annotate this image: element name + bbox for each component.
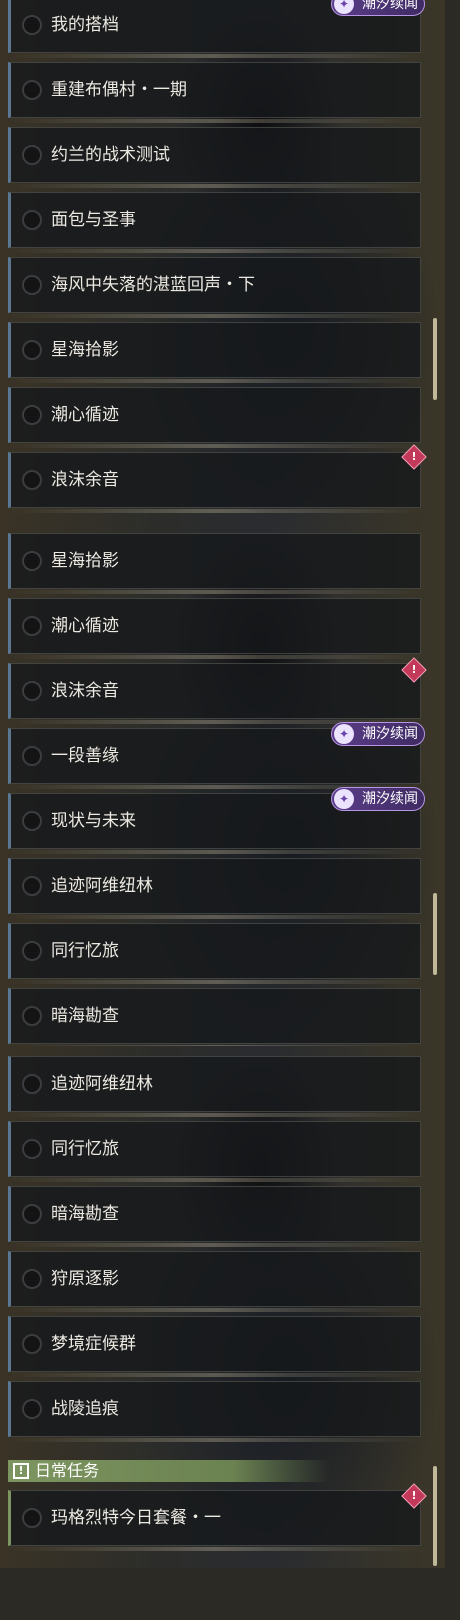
quest-row[interactable]: 浪沫余音 [8, 452, 421, 513]
quest-label: 战陵追痕 [51, 1399, 119, 1419]
tide-story-badge: ✦ 潮汐续闻 [331, 787, 425, 811]
quest-row[interactable]: 星海拾影 [8, 533, 421, 594]
status-circle-icon [22, 405, 42, 425]
quest-row[interactable]: 追迹阿维纽林 [8, 1056, 421, 1117]
exclamation-box-icon: ! [13, 1463, 29, 1479]
quest-list-panel-3: 追迹阿维纽林 同行忆旅 暗海勘查 狩原逐影 梦境症候群 战陵追痕 玛格烈特今日套… [0, 1046, 445, 1568]
swirl-emblem-icon: ✦ [334, 0, 354, 14]
quest-label: 潮心循迹 [51, 405, 119, 425]
quest-row[interactable]: 潮心循迹 [8, 387, 421, 448]
quest-label: 星海拾影 [51, 551, 119, 571]
quest-label: 现状与未来 [51, 811, 136, 831]
quest-row[interactable]: 潮心循迹 [8, 598, 421, 659]
quest-label: 面包与圣事 [51, 210, 136, 230]
scrollbar-thumb[interactable] [433, 318, 437, 400]
quest-row[interactable]: 追迹阿维纽林 [8, 858, 421, 919]
status-circle-icon [22, 941, 42, 961]
daily-quest-row[interactable]: 玛格烈特今日套餐・一 [8, 1490, 421, 1551]
quest-label: 海风中失落的湛蓝回声・下 [51, 275, 255, 295]
scrollbar-thumb[interactable] [433, 1466, 437, 1566]
quest-label: 我的搭档 [51, 15, 119, 35]
daily-tasks-section-header[interactable]: ! 日常任务 [8, 1460, 330, 1482]
quest-row[interactable]: 暗海勘查 [8, 988, 421, 1046]
swirl-emblem-icon: ✦ [334, 789, 354, 809]
quest-row[interactable]: 面包与圣事 [8, 192, 421, 253]
status-circle-icon [22, 340, 42, 360]
quest-list-panel-2: 星海拾影 潮心循迹 浪沫余音 ! 一段善缘 ✦ 潮汐续闻 现状与未来 ✦ 潮汐续… [0, 523, 445, 1046]
badge-label: 潮汐续闻 [362, 0, 418, 12]
status-circle-icon [22, 746, 42, 766]
swirl-emblem-icon: ✦ [334, 724, 354, 744]
quest-label: 追迹阿维纽林 [51, 876, 153, 896]
status-circle-icon [22, 80, 42, 100]
quest-label: 暗海勘查 [51, 1006, 119, 1026]
status-circle-icon [22, 681, 42, 701]
quest-label: 同行忆旅 [51, 941, 119, 961]
quest-row[interactable]: 同行忆旅 [8, 1121, 421, 1182]
status-circle-icon [22, 811, 42, 831]
quest-label: 一段善缘 [51, 746, 119, 766]
quest-label: 浪沫余音 [51, 681, 119, 701]
status-circle-icon [22, 876, 42, 896]
quest-label: 同行忆旅 [51, 1139, 119, 1159]
quest-row[interactable]: 梦境症候群 [8, 1316, 421, 1377]
quest-row[interactable]: 同行忆旅 [8, 923, 421, 984]
quest-row[interactable]: 暗海勘查 [8, 1186, 421, 1247]
status-circle-icon [22, 1269, 42, 1289]
status-circle-icon [22, 1139, 42, 1159]
quest-label: 玛格烈特今日套餐・一 [51, 1508, 221, 1528]
status-circle-icon [22, 15, 42, 35]
quest-row[interactable]: 约兰的战术测试 [8, 127, 421, 188]
status-circle-icon [22, 275, 42, 295]
quest-label: 重建布偶村・一期 [51, 80, 187, 100]
status-circle-icon [22, 210, 42, 230]
quest-label: 浪沫余音 [51, 470, 119, 490]
quest-row[interactable]: 星海拾影 [8, 322, 421, 383]
status-circle-icon [22, 1399, 42, 1419]
status-circle-icon [22, 1334, 42, 1354]
status-circle-icon [22, 470, 42, 490]
status-circle-icon [22, 145, 42, 165]
quest-label: 暗海勘查 [51, 1204, 119, 1224]
quest-label: 追迹阿维纽林 [51, 1074, 153, 1094]
quest-row[interactable]: 重建布偶村・一期 [8, 62, 421, 123]
status-circle-icon [22, 1006, 42, 1026]
quest-label: 狩原逐影 [51, 1269, 119, 1289]
quest-label: 约兰的战术测试 [51, 145, 170, 165]
tide-story-badge: ✦ 潮汐续闻 [331, 0, 425, 16]
quest-row[interactable]: 狩原逐影 [8, 1251, 421, 1312]
quest-label: 星海拾影 [51, 340, 119, 360]
status-circle-icon [22, 616, 42, 636]
quest-label: 潮心循迹 [51, 616, 119, 636]
badge-label: 潮汐续闻 [362, 726, 418, 742]
status-circle-icon [22, 1074, 42, 1094]
status-circle-icon [22, 1204, 42, 1224]
quest-row[interactable]: 海风中失落的湛蓝回声・下 [8, 257, 421, 318]
scrollbar-thumb[interactable] [433, 893, 437, 975]
section-title: 日常任务 [35, 1461, 100, 1480]
badge-label: 潮汐续闻 [362, 791, 418, 807]
tide-story-badge: ✦ 潮汐续闻 [331, 722, 425, 746]
status-circle-icon [22, 551, 42, 571]
quest-row[interactable]: 战陵追痕 [8, 1381, 421, 1442]
quest-list-panel-1: 我的搭档 ✦ 潮汐续闻 重建布偶村・一期 约兰的战术测试 面包与圣事 海风中失落… [0, 0, 445, 523]
quest-label: 梦境症候群 [51, 1334, 136, 1354]
status-circle-icon [22, 1508, 42, 1528]
quest-row[interactable]: 浪沫余音 [8, 663, 421, 724]
